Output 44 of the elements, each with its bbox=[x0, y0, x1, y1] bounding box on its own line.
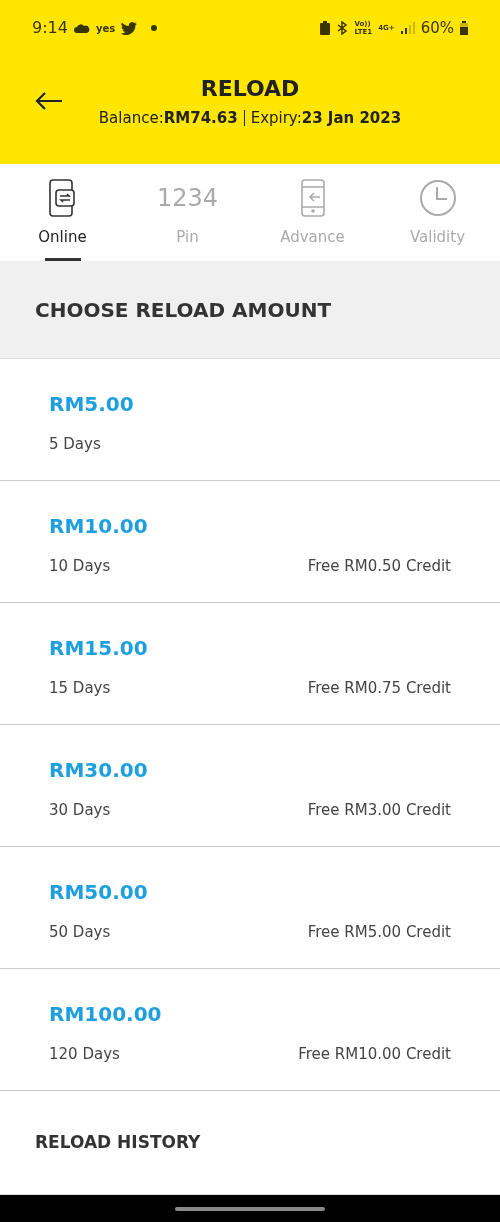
battery-percent: 60% bbox=[420, 17, 454, 39]
cloud-icon bbox=[73, 23, 90, 33]
reload-option[interactable]: RM10.00 10 Days Free RM0.50 Credit bbox=[0, 481, 500, 603]
section-heading: CHOOSE RELOAD AMOUNT bbox=[35, 296, 332, 324]
bonus-label: Free RM3.00 Credit bbox=[307, 800, 451, 821]
expiry-label: Expiry:23 Jan 2023 bbox=[250, 108, 402, 129]
battery-saver-icon bbox=[320, 21, 331, 35]
balance-label: Balance:RM74.63 bbox=[98, 108, 238, 129]
days-label: 30 Days bbox=[49, 800, 111, 821]
bonus-label: Free RM0.75 Credit bbox=[307, 678, 451, 699]
bonus-label: Free RM0.50 Credit bbox=[307, 556, 451, 577]
tab[interactable]: Online bbox=[0, 164, 125, 261]
reload-option[interactable]: RM5.00 5 Days bbox=[0, 359, 500, 481]
pin-digits-icon: 1234 bbox=[156, 179, 219, 217]
price-label: RM50.00 bbox=[49, 879, 148, 906]
price-label: RM10.00 bbox=[49, 513, 148, 540]
days-label: 120 Days bbox=[49, 1044, 120, 1065]
home-indicator[interactable] bbox=[175, 1206, 325, 1211]
days-label: 5 Days bbox=[49, 434, 101, 455]
reload-option[interactable]: RM15.00 15 Days Free RM0.75 Credit bbox=[0, 603, 500, 725]
history-heading: RELOAD HISTORY bbox=[35, 1130, 201, 1154]
bluetooth-icon bbox=[336, 21, 349, 35]
carrier-label: yes bbox=[95, 21, 116, 36]
bonus-label: Free RM5.00 Credit bbox=[307, 922, 451, 943]
reload-option[interactable]: RM30.00 30 Days Free RM3.00 Credit bbox=[0, 725, 500, 847]
clock-icon bbox=[418, 179, 457, 217]
price-label: RM100.00 bbox=[49, 1001, 162, 1028]
reload-option[interactable]: RM50.00 50 Days Free RM5.00 Credit bbox=[0, 847, 500, 969]
price-label: RM30.00 bbox=[49, 757, 148, 784]
reload-option[interactable]: RM100.00 120 Days Free RM10.00 Credit bbox=[0, 969, 500, 1091]
price-label: RM15.00 bbox=[49, 635, 148, 662]
dot-icon bbox=[151, 25, 158, 31]
bonus-label: Free RM10.00 Credit bbox=[298, 1044, 451, 1065]
clock-time: 9:14 bbox=[32, 17, 68, 39]
page-title: RELOAD bbox=[200, 75, 300, 103]
days-label: 10 Days bbox=[49, 556, 111, 577]
price-label: RM5.00 bbox=[49, 391, 134, 418]
bird-icon bbox=[121, 21, 138, 35]
back-arrow-icon bbox=[35, 90, 63, 111]
days-label: 50 Days bbox=[49, 922, 111, 943]
days-label: 15 Days bbox=[49, 678, 111, 699]
battery-icon bbox=[460, 21, 468, 35]
phone-sync-icon bbox=[47, 179, 78, 217]
signal-icon bbox=[400, 22, 415, 34]
